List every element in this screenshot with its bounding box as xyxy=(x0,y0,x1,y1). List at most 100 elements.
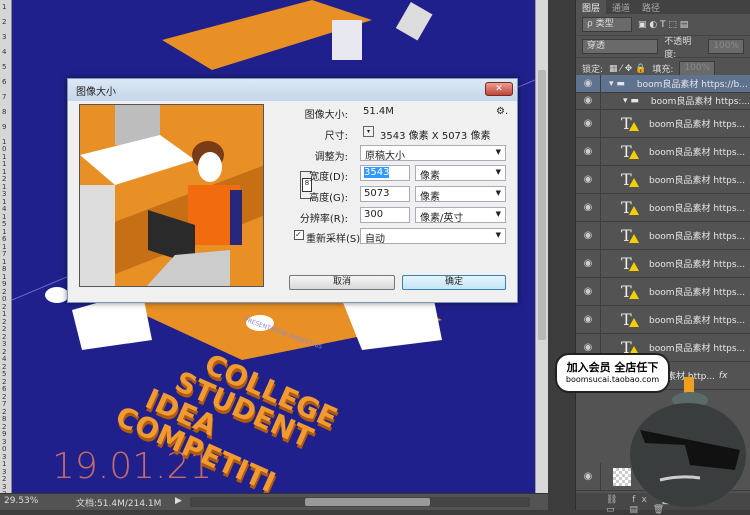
dimensions-label: 尺寸: xyxy=(324,131,348,142)
resample-select[interactable]: 自动 xyxy=(360,228,506,245)
ruler-mark: 3 2 xyxy=(2,468,7,483)
visibility-eye-icon[interactable]: ◉ xyxy=(576,138,601,165)
ruler-mark: 1 5 xyxy=(2,213,7,228)
ruler-mark: 1 2 xyxy=(2,168,7,183)
status-menu-arrow-icon[interactable]: ▶ xyxy=(175,496,182,506)
tab-channels[interactable]: 通道 xyxy=(606,0,636,14)
doc-size: 文档:51.4M/214.1M xyxy=(76,499,162,509)
dimensions-unit-dropdown-icon[interactable]: ▾ xyxy=(363,126,374,137)
ruler-mark: 3 xyxy=(2,33,7,41)
layer-row[interactable]: ◉ ▾ ▬ boom良品素材 https://b... xyxy=(576,75,750,93)
layer-row[interactable]: ◉ ▾ ▬ boom良品素材 https:... xyxy=(576,92,750,110)
text-layer-warning-icon: T! xyxy=(621,170,643,189)
ruler-mark: 7 xyxy=(2,93,7,101)
dimensions-value: 3543 像素 X 5073 像素 xyxy=(380,131,491,142)
text-layer-warning-icon: T! xyxy=(621,310,643,329)
visibility-eye-icon[interactable]: ◉ xyxy=(576,250,601,277)
resample-checkbox[interactable]: ✓ xyxy=(294,230,304,240)
layer-row[interactable]: ◉ T! boom良品素材 https... xyxy=(576,166,750,194)
resolution-unit-select[interactable]: 像素/英寸 xyxy=(415,207,506,224)
visibility-eye-icon[interactable]: ◉ xyxy=(576,194,601,221)
vertical-scrollbar[interactable] xyxy=(535,0,548,493)
fit-label: 调整为: xyxy=(314,152,348,163)
panel-tabs: 图层 通道 路径 xyxy=(576,0,750,14)
cancel-button[interactable]: 取消 xyxy=(289,275,395,290)
gear-icon[interactable]: ⚙. xyxy=(496,106,508,117)
ruler-mark: 1 6 xyxy=(2,228,7,243)
width-input[interactable]: 3543 xyxy=(360,165,410,181)
layer-name: boom良品素材 https... xyxy=(649,260,746,270)
layer-name: boom良品素材 https... xyxy=(649,148,746,158)
text-layer-warning-icon: T! xyxy=(621,254,643,273)
width-unit-select[interactable]: 像素 xyxy=(415,165,506,182)
ruler-mark: 9 xyxy=(2,123,7,131)
close-button[interactable]: ✕ xyxy=(485,82,513,96)
ruler-mark: 2 5 xyxy=(2,363,7,378)
ruler-mark: 2 2 xyxy=(2,318,7,333)
width-value: 3543 xyxy=(364,167,390,178)
height-input[interactable]: 5073 xyxy=(360,186,410,202)
blend-mode-select[interactable]: 穿透 xyxy=(582,39,659,54)
visibility-eye-icon[interactable]: ◉ xyxy=(576,92,601,109)
resolution-input[interactable]: 300 xyxy=(360,207,410,223)
folder-icon[interactable]: ▾ ▬ xyxy=(623,96,639,106)
visibility-eye-icon[interactable]: ◉ xyxy=(576,306,601,333)
visibility-eye-icon[interactable]: ◉ xyxy=(576,75,601,92)
zoom-level[interactable]: 29.53% xyxy=(4,496,38,506)
text-layer-warning-icon: T! xyxy=(621,198,643,217)
folder-icon[interactable]: ▾ ▬ xyxy=(609,79,625,89)
ruler-mark: 1 3 xyxy=(2,183,7,198)
layer-row[interactable]: ◉ T! boom良品素材 https... xyxy=(576,194,750,222)
layer-row[interactable]: ◉ T! boom良品素材 https... xyxy=(576,278,750,306)
visibility-eye-icon[interactable]: ◉ xyxy=(576,222,601,249)
bomb-mascot xyxy=(630,377,746,507)
ruler-mark: 2 xyxy=(2,18,7,26)
layer-row[interactable]: ◉ T! boom良品素材 https... xyxy=(576,306,750,334)
fill-input[interactable]: 100% xyxy=(679,61,716,76)
opacity-label: 不透明度: xyxy=(664,36,692,60)
horizontal-scrollbar[interactable] xyxy=(190,497,530,507)
ok-button[interactable]: 确定 xyxy=(402,275,506,290)
tab-layers[interactable]: 图层 xyxy=(576,0,607,14)
ruler-mark: 1 8 xyxy=(2,258,7,273)
resample-label: 重新采样(S): xyxy=(306,234,364,245)
ruler-mark: 1 0 xyxy=(2,138,7,153)
layer-row[interactable]: ◉ T! boom良品素材 https... xyxy=(576,110,750,138)
visibility-eye-icon[interactable]: ◉ xyxy=(576,278,601,305)
opacity-input[interactable]: 100% xyxy=(708,39,744,54)
width-label: 宽度(D): xyxy=(309,172,348,183)
dialog-title: 图像大小 xyxy=(68,79,517,101)
visibility-eye-icon[interactable]: ◉ xyxy=(576,110,601,137)
scrollbar-thumb[interactable] xyxy=(305,498,430,506)
preview-artwork xyxy=(80,105,263,286)
layer-row[interactable]: ◉ T! boom良品素材 https... xyxy=(576,138,750,166)
ruler-mark: 2 4 xyxy=(2,348,7,363)
resolution-label: 分辨率(R): xyxy=(299,214,348,225)
layer-name: boom良品素材 https... xyxy=(649,120,746,130)
fit-select[interactable]: 原稿大小 xyxy=(360,145,506,162)
layer-filter-select[interactable]: ρ 类型 xyxy=(582,17,632,32)
ruler-mark: 2 8 xyxy=(2,408,7,423)
layer-row[interactable]: ◉ T! boom良品素材 https... xyxy=(576,250,750,278)
visibility-eye-icon[interactable]: ◉ xyxy=(576,166,601,193)
height-label: 高度(G): xyxy=(309,193,348,204)
text-layer-warning-icon: T! xyxy=(621,226,643,245)
height-unit-select[interactable]: 像素 xyxy=(415,186,506,203)
layer-row[interactable]: ◉ T! boom良品素材 https... xyxy=(576,222,750,250)
ruler-mark: 2 3 xyxy=(2,333,7,348)
layer-name: boom良品素材 https... xyxy=(649,176,746,186)
vertical-ruler: 1234567891 01 11 21 31 41 51 61 71 81 92… xyxy=(0,0,12,498)
image-preview[interactable] xyxy=(79,104,264,287)
ruler-mark: 2 7 xyxy=(2,393,7,408)
ruler-mark: 1 9 xyxy=(2,273,7,288)
lock-icons[interactable]: ▦ ⁄ ✥ 🔒 xyxy=(609,64,646,74)
tab-paths[interactable]: 路径 xyxy=(636,0,666,14)
filter-icons[interactable]: ▣ ◐ T ⬚ ▤ xyxy=(638,20,688,30)
scrollbar-thumb[interactable] xyxy=(538,70,546,340)
text-layer-warning-icon: T! xyxy=(621,114,643,133)
visibility-eye-icon[interactable]: ◉ xyxy=(576,463,601,490)
layer-name: boom良品素材 https... xyxy=(649,316,746,326)
fill-label: 填充: xyxy=(652,65,674,75)
promo-line1: 加入会员 全店任下 xyxy=(566,361,659,374)
ruler-mark: 2 9 xyxy=(2,423,7,438)
